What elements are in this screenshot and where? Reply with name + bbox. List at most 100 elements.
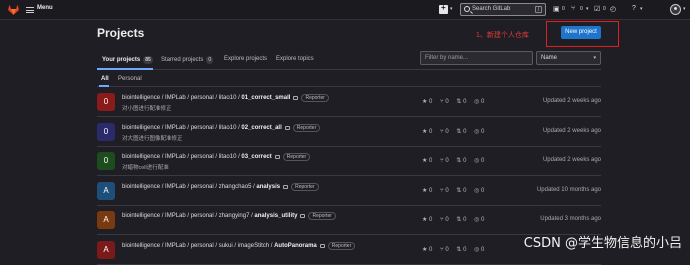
project-namespace[interactable]: biointelligence / IMPLab / personal / li… <box>122 154 241 160</box>
chevron-down-icon[interactable]: ▾ <box>450 6 453 12</box>
project-name[interactable]: 02_correct_all <box>241 125 281 131</box>
todo-count: 0 <box>603 6 606 12</box>
project-namespace[interactable]: biointelligence / IMPLab / personal / su… <box>122 243 274 249</box>
project-namespace[interactable]: biointelligence / IMPLab / personal / li… <box>122 125 241 131</box>
updated-timestamp: Updated 2 weeks ago <box>542 98 601 104</box>
search-shortcut-key: / <box>535 6 542 13</box>
chevron-down-icon[interactable]: ▾ <box>586 6 589 12</box>
updated-timestamp: Updated 2 weeks ago <box>542 157 601 163</box>
project-path[interactable]: biointelligence / IMPLab / personal / li… <box>122 94 329 102</box>
mr-count: 0 <box>463 187 467 194</box>
star-icon[interactable]: ★ 0 <box>422 246 432 253</box>
sort-dropdown[interactable]: Name ▾ <box>536 51 601 65</box>
merge-request-icon[interactable]: ⇅ 0 <box>456 128 466 135</box>
tab-explore-topics[interactable]: Explore topics <box>276 56 314 62</box>
page-title: Projects <box>97 26 145 40</box>
fork-count: 0 <box>445 128 449 135</box>
fork-count: 0 <box>445 246 449 253</box>
filter-by-name-input[interactable]: Filter by name... <box>420 51 533 65</box>
activity-icon[interactable]: ◴ <box>610 5 616 13</box>
star-icon[interactable]: ★ 0 <box>422 157 432 164</box>
merge-request-icon[interactable]: ⇅ 0 <box>456 246 466 253</box>
fork-icon[interactable]: ⑂ 0 <box>440 247 449 253</box>
subtab-all[interactable]: All <box>101 76 109 82</box>
fork-count: 0 <box>445 99 449 105</box>
search-input[interactable]: Search GitLab / <box>460 3 546 16</box>
project-path[interactable]: biointelligence / IMPLab / personal / zh… <box>122 182 319 191</box>
subtab-personal[interactable]: Personal <box>118 76 142 82</box>
project-name[interactable]: analysis_utility <box>254 213 297 219</box>
merge-requests-count: 0 <box>580 6 583 12</box>
project-stats: ★ 0 ⑂ 0 ⇅ 0 ◎ 0 <box>422 246 490 253</box>
merge-request-icon[interactable]: ⇅ 0 <box>456 187 466 194</box>
project-avatar[interactable]: A <box>97 240 115 259</box>
star-icon[interactable]: ★ 0 <box>422 128 432 135</box>
issue-icon[interactable]: ◎ 0 <box>474 157 484 164</box>
project-path[interactable]: biointelligence / IMPLab / personal / li… <box>122 153 311 161</box>
chevron-down-icon[interactable]: ▾ <box>640 6 643 12</box>
fork-icon[interactable]: ⑂ 0 <box>440 217 449 223</box>
merge-request-icon[interactable]: ⇅ 0 <box>456 216 466 223</box>
project-avatar[interactable]: A <box>97 181 115 200</box>
project-name[interactable]: 01_correct_small <box>241 95 290 101</box>
project-avatar[interactable]: A <box>97 211 115 229</box>
role-badge: Reporter <box>282 153 311 161</box>
project-row[interactable]: A biointelligence / IMPLab / personal / … <box>97 177 601 206</box>
create-new-icon[interactable] <box>439 3 448 14</box>
fork-icon[interactable]: ⑂ 0 <box>440 129 449 135</box>
tab-your-projects[interactable]: Your projects 85 <box>102 56 153 64</box>
project-name[interactable]: AutoPanorama <box>274 243 317 249</box>
fork-icon[interactable]: ⑂ 0 <box>440 188 449 194</box>
tab-explore-projects[interactable]: Explore projects <box>224 56 267 62</box>
issues-icon[interactable]: ▣ <box>553 5 560 13</box>
project-stats: ★ 0 ⑂ 0 ⇅ 0 ◎ 0 <box>422 98 490 105</box>
project-avatar[interactable]: 0 <box>97 152 115 170</box>
project-path[interactable]: biointelligence / IMPLab / personal / su… <box>122 241 356 250</box>
project-row[interactable]: 0 biointelligence / IMPLab / personal / … <box>97 118 601 147</box>
active-tab-indicator <box>97 68 153 70</box>
project-avatar[interactable]: 0 <box>97 93 115 111</box>
mr-count: 0 <box>463 217 467 223</box>
fork-icon[interactable]: ⑂ 0 <box>440 158 449 164</box>
chevron-down-icon[interactable]: ▾ <box>683 6 686 12</box>
user-avatar-icon[interactable] <box>670 4 681 15</box>
issue-icon[interactable]: ◎ 0 <box>474 246 484 253</box>
hamburger-menu-icon[interactable] <box>26 7 34 13</box>
issue-count: 0 <box>480 217 485 223</box>
star-icon[interactable]: ★ 0 <box>422 98 432 105</box>
project-namespace[interactable]: biointelligence / IMPLab / personal / li… <box>122 95 241 101</box>
fork-count: 0 <box>445 158 449 164</box>
project-path[interactable]: biointelligence / IMPLab / personal / zh… <box>122 212 336 220</box>
merge-request-icon[interactable]: ⇅ 0 <box>456 157 466 164</box>
issue-icon[interactable]: ◎ 0 <box>474 187 484 194</box>
star-icon[interactable]: ★ 0 <box>422 187 432 194</box>
tab-starred-projects[interactable]: Starred projects 0 <box>161 56 214 64</box>
project-namespace[interactable]: biointelligence / IMPLab / personal / zh… <box>122 184 256 190</box>
issue-icon[interactable]: ◎ 0 <box>474 216 484 223</box>
project-row[interactable]: A biointelligence / IMPLab / personal / … <box>97 206 601 235</box>
merge-request-icon[interactable]: ⇅ 0 <box>456 98 466 105</box>
issue-icon[interactable]: ◎ 0 <box>474 98 484 105</box>
menu-button-label[interactable]: Menu <box>37 5 53 11</box>
fork-icon[interactable]: ⑂ 0 <box>440 99 449 105</box>
star-icon[interactable]: ★ 0 <box>422 216 432 223</box>
project-path[interactable]: biointelligence / IMPLab / personal / li… <box>122 123 321 132</box>
issue-icon[interactable]: ◎ 0 <box>474 128 484 135</box>
issue-count: 0 <box>480 158 485 164</box>
gitlab-logo-icon[interactable] <box>7 3 20 16</box>
project-description: 对小图进行配准修正 <box>122 106 172 112</box>
project-avatar[interactable]: 0 <box>97 122 115 141</box>
issue-count: 0 <box>480 246 485 253</box>
help-icon[interactable]: ? <box>632 5 636 12</box>
project-namespace[interactable]: biointelligence / IMPLab / personal / zh… <box>122 213 254 219</box>
project-row[interactable]: 0 biointelligence / IMPLab / personal / … <box>97 147 601 176</box>
project-name[interactable]: 03_correct <box>241 154 271 160</box>
project-name[interactable]: analysis <box>256 184 280 190</box>
todo-icon[interactable]: ☑ <box>594 5 600 13</box>
project-description: 对大图进行图像配准修正 <box>122 135 183 142</box>
merge-requests-icon[interactable]: ⑂ <box>571 5 575 12</box>
star-count: 0 <box>429 99 433 105</box>
new-project-button[interactable]: New project <box>561 26 601 39</box>
star-count: 0 <box>429 217 433 223</box>
project-row[interactable]: 0 biointelligence / IMPLab / personal / … <box>97 88 601 117</box>
